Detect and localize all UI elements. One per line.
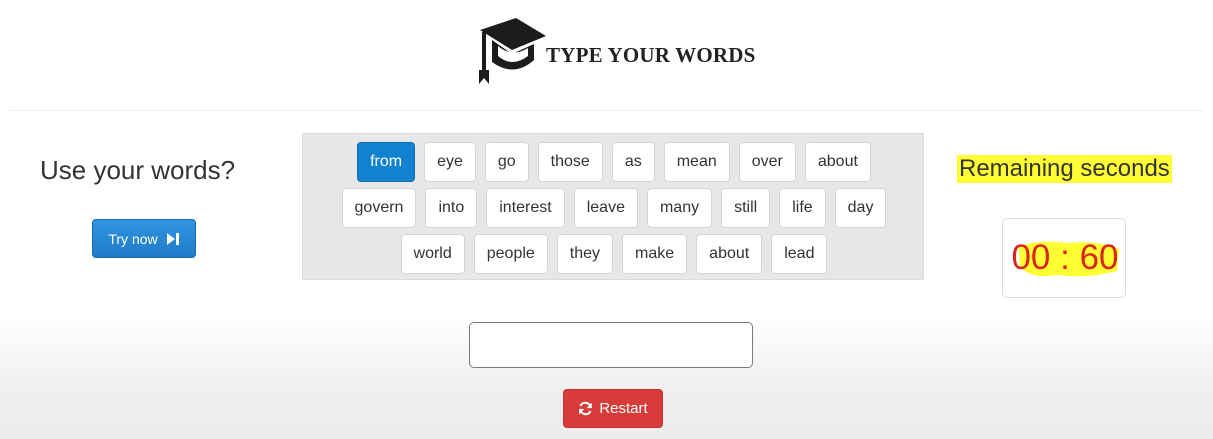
word-chip[interactable]: interest <box>486 188 565 228</box>
try-now-button[interactable]: Try now <box>92 219 196 258</box>
word-chip[interactable]: those <box>537 142 603 182</box>
word-chip[interactable]: about <box>804 142 871 182</box>
word-chip-active[interactable]: from <box>357 142 416 182</box>
refresh-icon <box>579 401 593 416</box>
word-chip[interactable]: they <box>556 234 614 274</box>
word-chip[interactable]: about <box>696 234 763 274</box>
timer-value: 00 : 60 <box>1011 238 1119 277</box>
word-panel: from eye go those as mean over about gov… <box>302 133 924 280</box>
word-chip[interactable]: into <box>425 188 478 228</box>
word-chip[interactable]: govern <box>341 188 417 228</box>
word-chip[interactable]: still <box>721 188 771 228</box>
word-chip[interactable]: eye <box>424 142 476 182</box>
word-chip[interactable]: mean <box>663 142 730 182</box>
countdown-timer: 00 : 60 <box>1002 218 1126 298</box>
word-chip[interactable]: go <box>484 142 529 182</box>
word-chip[interactable]: world <box>400 234 465 274</box>
typing-input[interactable] <box>469 322 753 368</box>
word-chip[interactable]: people <box>473 234 548 274</box>
restart-button[interactable]: Restart <box>563 389 663 428</box>
try-now-label: Try now <box>108 230 158 247</box>
word-row: from eye go those as mean over about <box>303 142 925 182</box>
word-chip[interactable]: make <box>622 234 688 274</box>
word-chip[interactable]: over <box>738 142 796 182</box>
word-row: world people they make about lead <box>303 234 925 274</box>
restart-label: Restart <box>599 400 648 417</box>
brand-name: TYPE YOUR WORDS <box>546 43 756 67</box>
word-chip[interactable]: lead <box>771 234 828 274</box>
header-divider <box>10 110 1203 111</box>
word-chip[interactable]: as <box>611 142 655 182</box>
header: TYPE YOUR WORDS <box>0 0 1213 110</box>
graduation-cap-icon <box>479 18 546 84</box>
word-chip[interactable]: life <box>779 188 826 228</box>
brand-logo[interactable]: TYPE YOUR WORDS <box>476 16 766 88</box>
remaining-seconds-label: Remaining seconds <box>957 155 1172 183</box>
word-row: govern into interest leave many still li… <box>303 188 925 228</box>
word-chip[interactable]: many <box>646 188 713 228</box>
word-chip[interactable]: leave <box>573 188 638 228</box>
step-forward-icon <box>166 232 179 245</box>
word-chip[interactable]: day <box>834 188 887 228</box>
prompt-title: Use your words? <box>40 155 236 185</box>
